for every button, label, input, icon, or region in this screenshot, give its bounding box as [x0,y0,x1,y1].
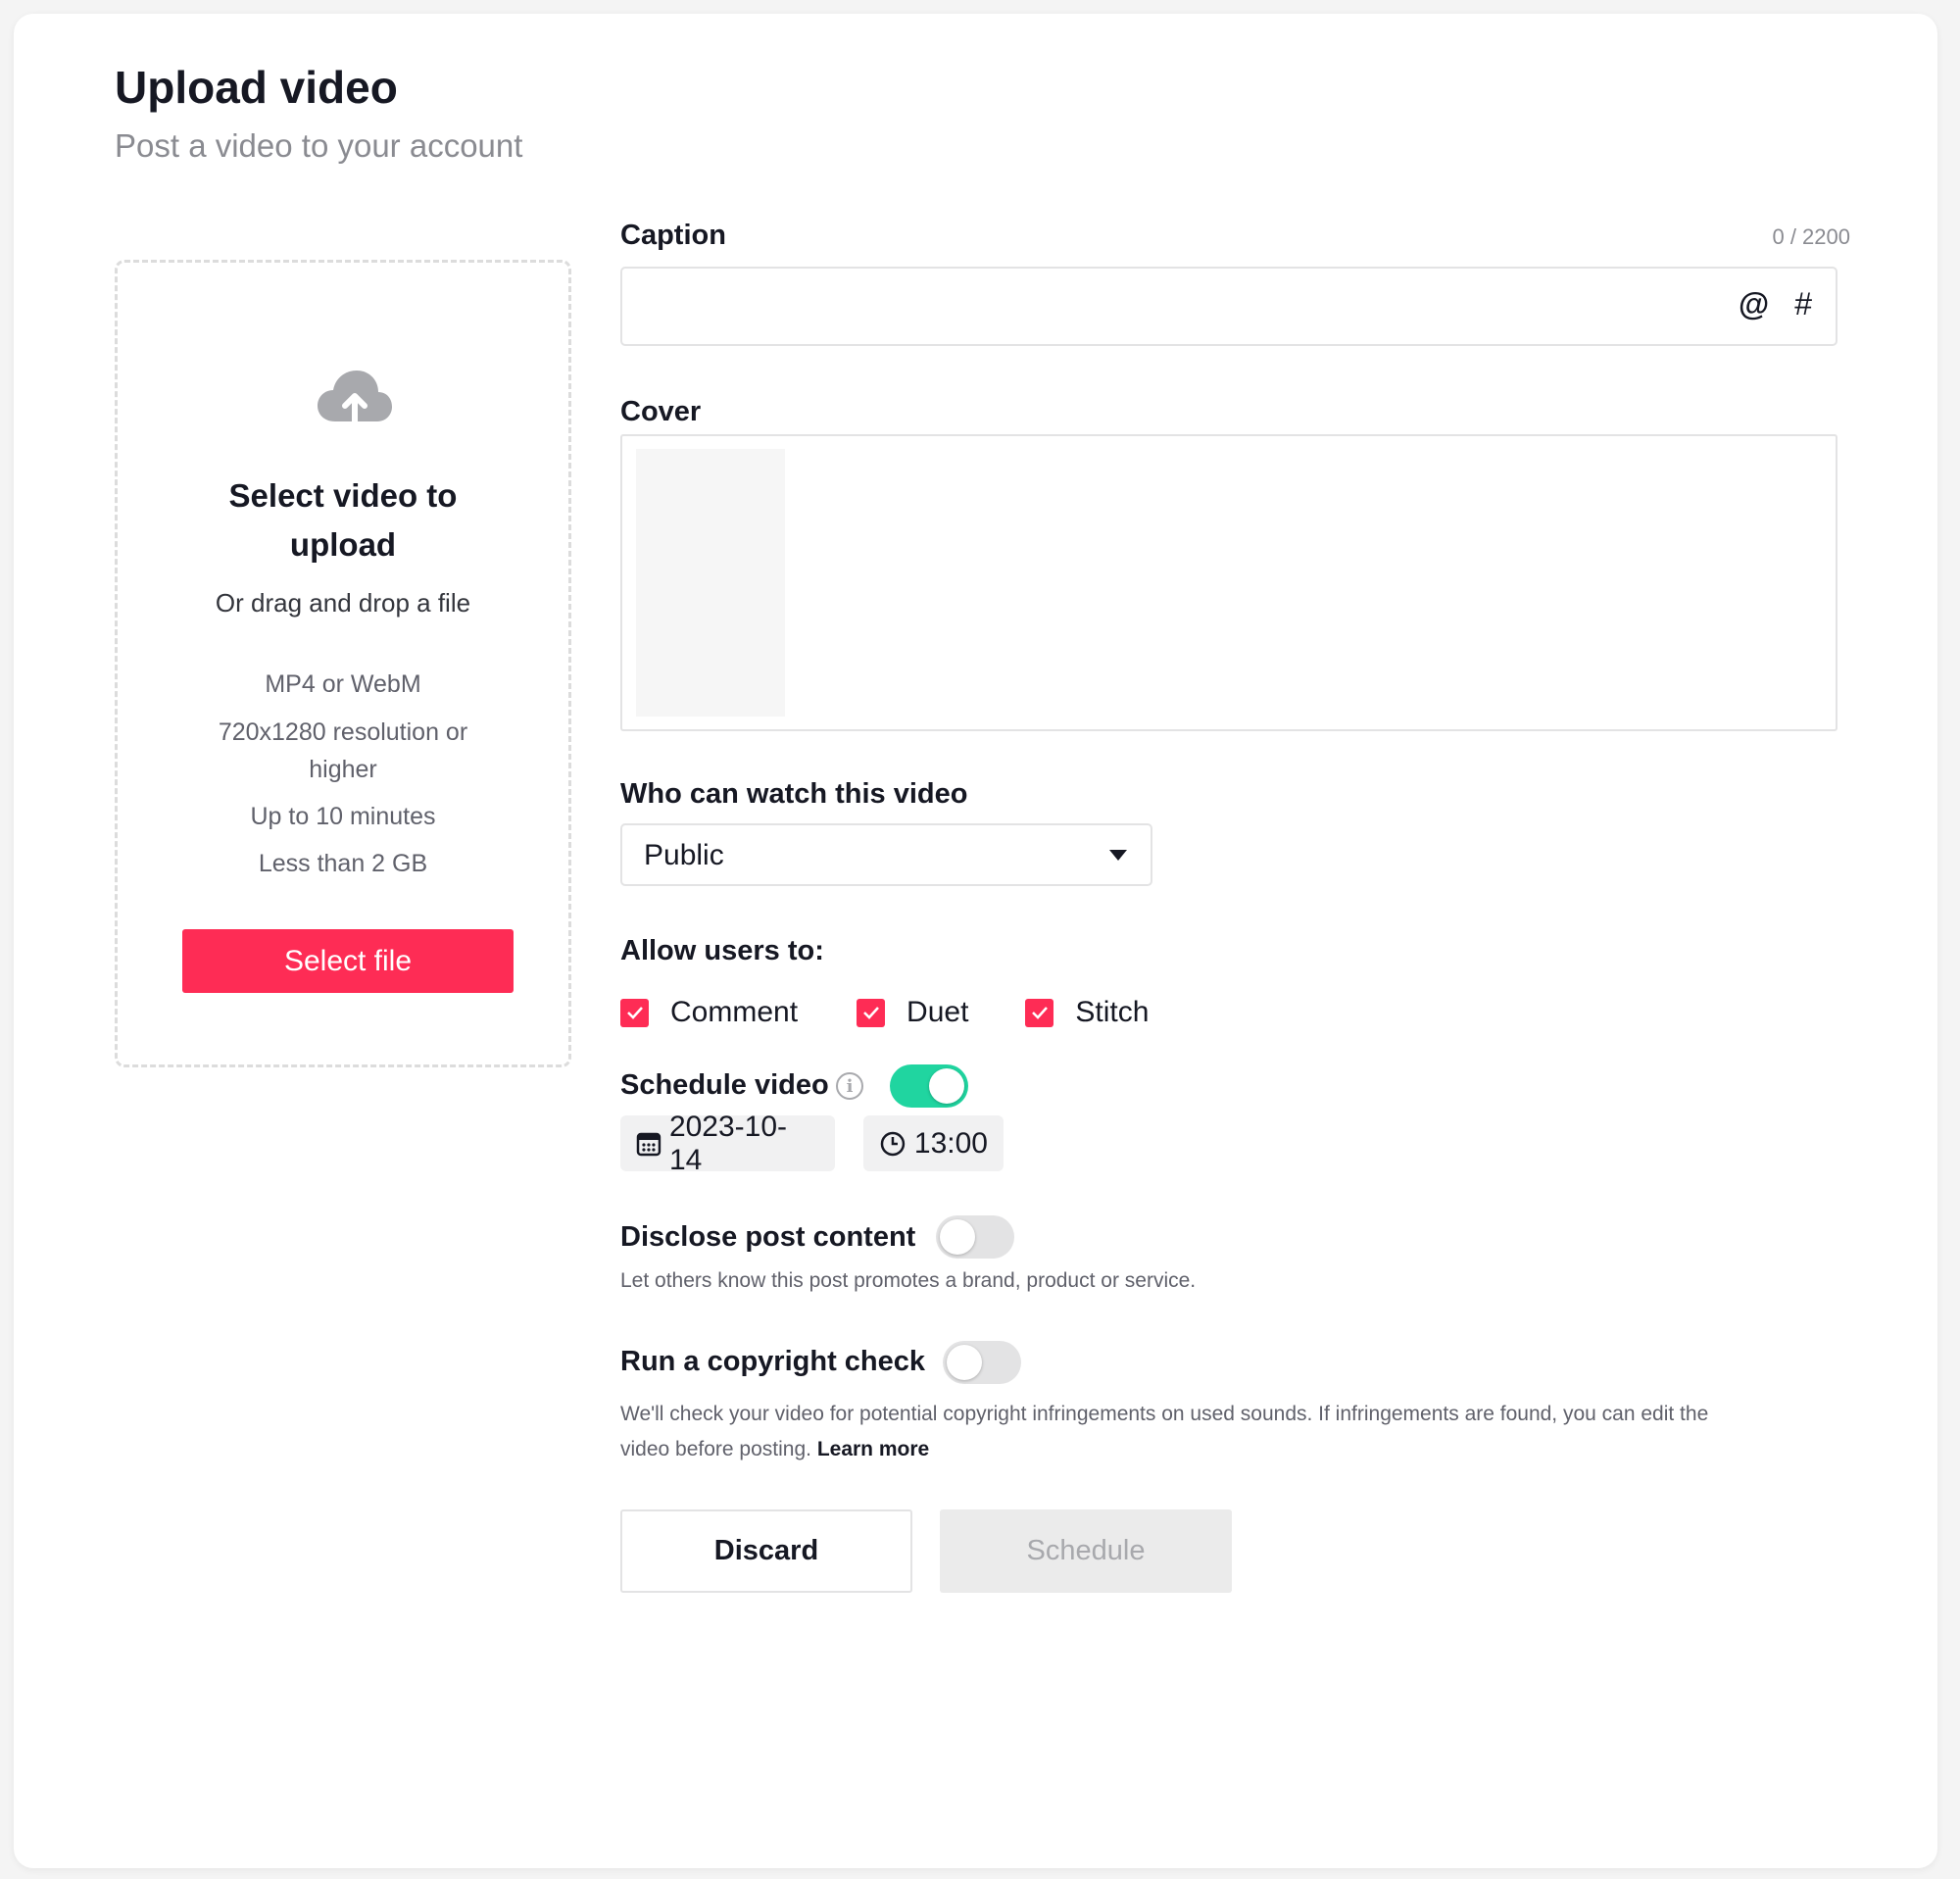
upload-subheading: Or drag and drop a file [215,588,471,618]
spec-size: Less than 2 GB [258,850,428,877]
checkbox-duet[interactable]: Duet [857,996,968,1029]
spec-duration: Up to 10 minutes [250,803,436,830]
schedule-button[interactable]: Schedule [940,1509,1232,1593]
caption-input[interactable]: @ # [620,267,1838,346]
caption-counter: 0 / 2200 [1772,224,1850,249]
upload-card: Upload video Post a video to your accoun… [14,14,1937,1868]
cover-thumbnail-placeholder[interactable] [636,449,785,717]
checkbox-stitch[interactable]: Stitch [1025,996,1149,1029]
learn-more-link[interactable]: Learn more [817,1438,929,1460]
checkbox-checked-icon[interactable] [857,998,886,1027]
upload-dropzone[interactable]: Select video to upload Or drag and drop … [115,260,571,1067]
hashtag-icon[interactable]: # [1794,286,1812,322]
checkbox-checked-icon[interactable] [1025,998,1054,1027]
schedule-date-value: 2023-10-14 [668,1110,788,1176]
info-icon[interactable]: i [836,1072,863,1100]
toggle-knob [947,1345,982,1380]
privacy-label: Who can watch this video [620,778,968,810]
schedule-time-value: 13:00 [913,1126,988,1160]
schedule-label: Schedule video [620,1069,829,1101]
select-file-button[interactable]: Select file [182,929,514,993]
toggle-knob [940,1219,975,1255]
calendar-icon [636,1132,662,1156]
spec-resolution: 720x1280 resolution or [218,718,468,746]
page-subtitle: Post a video to your account [115,127,523,164]
checkbox-checked-icon[interactable] [620,998,649,1027]
disclose-label: Disclose post content [620,1221,916,1253]
schedule-toggle[interactable] [890,1064,968,1108]
checkbox-label: Duet [906,996,969,1028]
caption-label: Caption [620,220,726,251]
discard-button[interactable]: Discard [620,1509,912,1593]
cloud-upload-icon [318,371,392,426]
schedule-time-picker[interactable]: 13:00 [863,1115,1004,1171]
copyright-toggle[interactable] [943,1341,1021,1384]
mention-icon[interactable]: @ [1739,286,1769,322]
disclose-toggle[interactable] [936,1215,1014,1259]
checkbox-label: Comment [670,996,799,1028]
upload-heading-line1: Select video to [228,477,458,514]
copyright-description: We'll check your video for potential cop… [620,1397,1845,1467]
copyright-description-line1: We'll check your video for potential cop… [620,1403,1709,1425]
chevron-down-icon [1109,850,1127,861]
upload-heading: Select video to upload [118,471,568,569]
spec-resolution-cont: higher [309,756,377,783]
clock-icon [880,1131,906,1156]
upload-heading-line2: upload [289,526,397,563]
permissions-label: Allow users to: [620,935,824,966]
cover-label: Cover [620,396,702,427]
spec-format: MP4 or WebM [265,670,421,698]
checkbox-comment[interactable]: Comment [620,996,798,1029]
copyright-label: Run a copyright check [620,1346,926,1377]
privacy-selected-value: Public [644,839,724,871]
privacy-select[interactable]: Public [620,823,1152,886]
checkbox-label: Stitch [1075,996,1150,1028]
schedule-date-picker[interactable]: 2023-10-14 [620,1111,835,1176]
page-title: Upload video [115,62,398,113]
toggle-knob [929,1068,964,1104]
cover-selector[interactable] [620,434,1838,731]
permissions-group: Comment Duet Stitch [620,996,1207,1029]
copyright-description-line2: video before posting. [620,1438,811,1460]
disclose-description: Let others know this post promotes a bra… [620,1269,1197,1292]
